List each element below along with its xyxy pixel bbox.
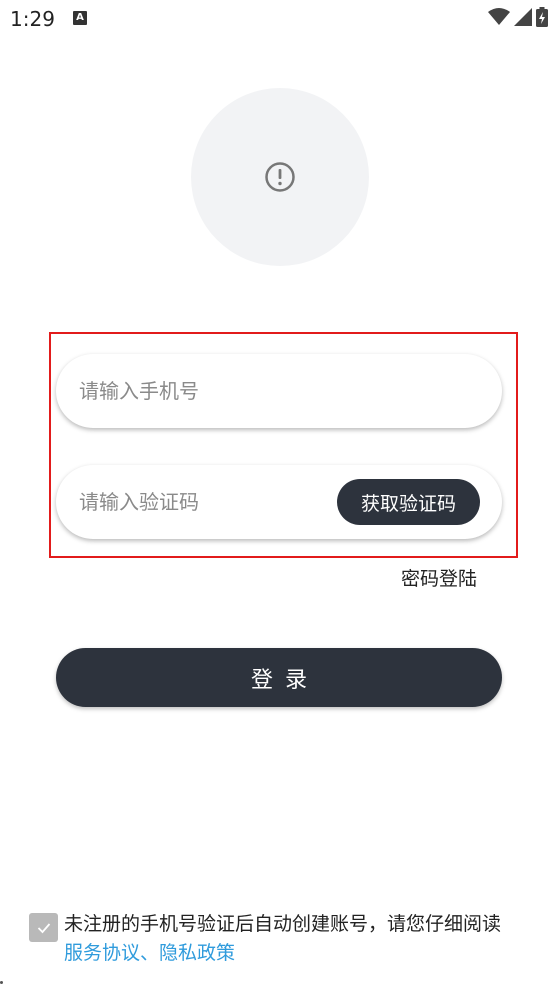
edge-dot: [0, 981, 3, 984]
agree-checkbox[interactable]: [29, 913, 58, 942]
avatar[interactable]: [191, 88, 369, 266]
alert-circle-icon: [265, 162, 295, 192]
get-code-button[interactable]: 获取验证码: [337, 479, 480, 525]
battery-icon: [536, 7, 548, 27]
password-login-link[interactable]: 密码登陆: [401, 564, 477, 591]
status-bar: 1:29 A: [0, 0, 556, 38]
check-icon: [37, 922, 50, 933]
notification-icon: A: [73, 11, 87, 25]
login-button[interactable]: 登录: [56, 648, 502, 707]
signal-icon: [514, 8, 532, 26]
agreement-links[interactable]: 服务协议、隐私政策: [64, 942, 235, 964]
status-time: 1:29: [10, 7, 55, 31]
agreement-notice: 未注册的手机号验证后自动创建账号，请您仔细阅读: [64, 913, 502, 935]
phone-input[interactable]: [56, 354, 502, 428]
phone-field[interactable]: [56, 354, 502, 428]
code-field[interactable]: 获取验证码: [56, 465, 502, 539]
status-icons: [488, 7, 548, 27]
login-screen: 1:29 A 获取验证码 密码登陆: [0, 0, 556, 988]
wifi-icon: [488, 8, 510, 25]
agreement-text: 未注册的手机号验证后自动创建账号，请您仔细阅读 服务协议、隐私政策: [64, 910, 544, 968]
